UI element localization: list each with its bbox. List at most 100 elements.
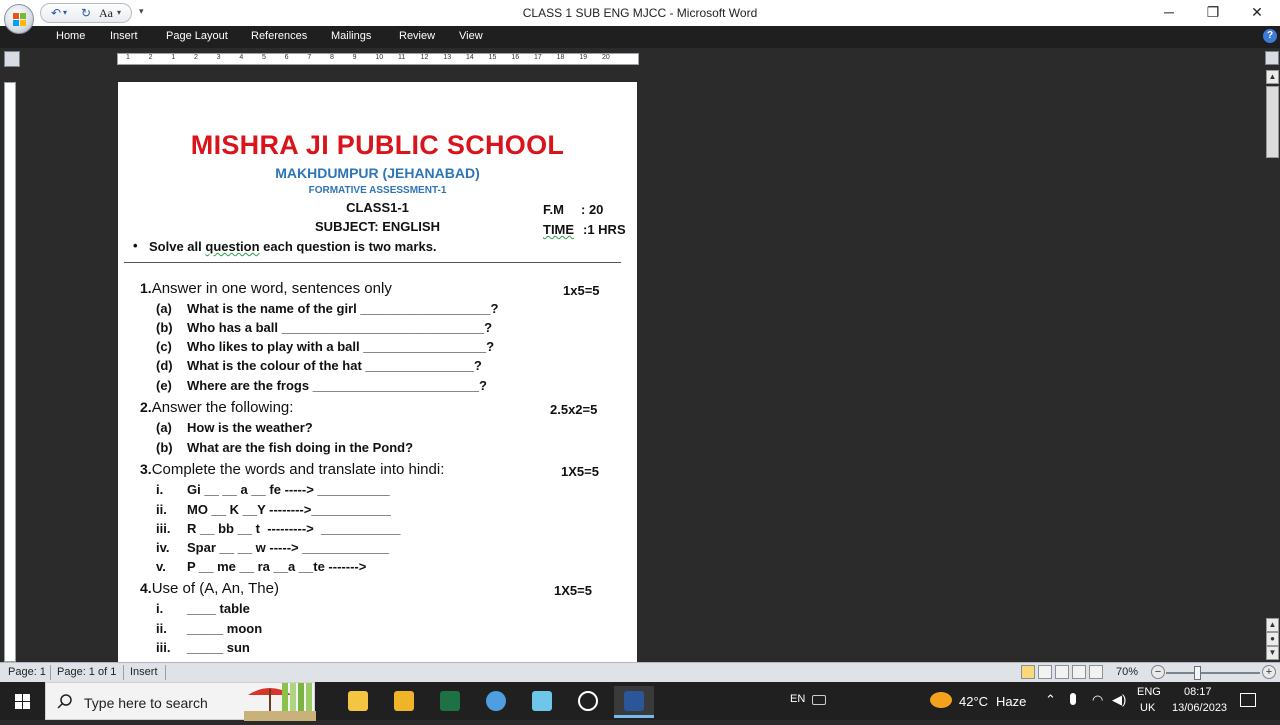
ruler-number: 13	[443, 54, 452, 61]
language-bottom[interactable]: UK	[1140, 702, 1155, 714]
q2-item-text: What are the fish doing in the Pond?	[187, 440, 414, 455]
question-3-marks: 1X5=5	[561, 464, 599, 479]
tab-mailings[interactable]: Mailings	[331, 30, 371, 42]
zoom-slider-thumb[interactable]	[1194, 666, 1201, 680]
q1-item-text: What is the name of the girl ___________…	[187, 301, 499, 316]
start-button[interactable]	[0, 682, 45, 720]
insert-mode[interactable]: Insert	[130, 666, 158, 678]
wifi-icon[interactable]: ◠	[1092, 692, 1103, 708]
time-label: TIME	[543, 222, 575, 237]
zoom-slider[interactable]	[1166, 672, 1260, 674]
next-page-icon[interactable]: ▼	[1266, 646, 1279, 660]
question-3-heading: 3.Complete the words and translate into …	[140, 461, 445, 478]
undo-dropdown-icon[interactable]: ▾	[63, 5, 67, 21]
zoom-in-icon[interactable]: +	[1262, 665, 1276, 679]
taskbar-word[interactable]	[614, 686, 654, 718]
redo-button[interactable]: ↻	[81, 5, 91, 21]
full-screen-reading-icon[interactable]	[1038, 665, 1052, 679]
q4-item-text: ____ table	[187, 601, 250, 616]
ruler-number: 15	[488, 54, 497, 61]
question-4-marks: 1X5=5	[554, 583, 592, 598]
window-title: CLASS 1 SUB ENG MJCC - Microsoft Word	[522, 6, 758, 20]
tab-view[interactable]: View	[459, 30, 483, 42]
title-bar: ↶ ▾ ↻ Aa ▾ ▾ CLASS 1 SUB ENG MJCC - Micr…	[0, 0, 1280, 26]
q4-item-label: ii.	[156, 621, 167, 636]
search-highlight-image	[244, 683, 316, 721]
tab-references[interactable]: References	[251, 30, 307, 42]
ruler-marks: 1 2 1 2 3 4 5 6 7 8 9 10 11 12 13 14 15 16 17 18 19 20	[118, 54, 638, 64]
ruler-number: 18	[556, 54, 565, 61]
weather-temp[interactable]: 42°C	[959, 694, 988, 709]
taskbar-store[interactable]	[338, 686, 378, 718]
status-bar: Page: 1 Page: 1 of 1 Insert 70% − +	[0, 662, 1280, 682]
browse-object-icon[interactable]: ●	[1266, 632, 1279, 646]
ruler-area: 1 2 1 2 3 4 5 6 7 8 9 10 11 12 13 14 15 16 17 18 19 20	[0, 48, 1280, 70]
vertical-scrollbar[interactable]: ▲ ▲ ● ▼	[1265, 70, 1280, 662]
help-icon[interactable]: ?	[1263, 29, 1277, 43]
microphone-icon[interactable]	[1070, 693, 1076, 705]
weather-icon[interactable]	[930, 692, 952, 708]
taskbar-file-explorer[interactable]	[384, 686, 424, 718]
vertical-ruler[interactable]	[4, 82, 16, 662]
customize-qat-button[interactable]: ▾	[139, 6, 144, 17]
weather-desc[interactable]: Haze	[996, 694, 1026, 709]
language-top[interactable]: ENG	[1137, 686, 1161, 698]
document-page[interactable]: MISHRA JI PUBLIC SCHOOL MAKHDUMPUR (JEHA…	[118, 82, 637, 662]
taskbar-app[interactable]	[522, 686, 562, 718]
status-divider	[123, 665, 124, 680]
prev-page-icon[interactable]: ▲	[1266, 618, 1279, 632]
q1-item-text: What is the colour of the hat __________…	[187, 358, 482, 373]
minimize-button[interactable]: ─	[1147, 0, 1191, 24]
font-size-button[interactable]: Aa	[99, 5, 113, 21]
tab-insert[interactable]: Insert	[110, 30, 138, 42]
office-button[interactable]	[4, 4, 34, 34]
question-2-marks: 2.5x2=5	[550, 402, 598, 417]
taskbar: Type here to search EN 42°C Haze ⌃ ◠ ◀) …	[0, 682, 1280, 721]
ruler-toggle-button[interactable]	[4, 51, 20, 67]
page-count[interactable]: Page: 1 of 1	[57, 666, 116, 678]
q3-item-label: i.	[156, 482, 164, 497]
quick-access-toolbar: ↶ ▾ ↻ Aa ▾	[40, 3, 132, 23]
clock-date[interactable]: 13/06/2023	[1172, 702, 1227, 714]
tab-review[interactable]: Review	[399, 30, 435, 42]
print-layout-icon[interactable]	[1021, 665, 1035, 679]
ruler-number: 16	[511, 54, 520, 61]
ruler-number: 2	[148, 54, 153, 61]
ruler-number: 8	[330, 54, 334, 61]
input-language[interactable]: EN	[790, 693, 805, 705]
undo-button[interactable]: ↶	[51, 5, 61, 21]
notifications-icon[interactable]	[1240, 693, 1256, 707]
close-button[interactable]: ✕	[1235, 0, 1279, 24]
zoom-level[interactable]: 70%	[1116, 666, 1138, 678]
view-ruler-button[interactable]	[1265, 51, 1279, 65]
web-layout-icon[interactable]	[1055, 665, 1069, 679]
tab-home[interactable]: Home	[56, 30, 85, 42]
horizontal-ruler[interactable]: 1 2 1 2 3 4 5 6 7 8 9 10 11 12 13 14 15 16 17 18 19 20	[117, 53, 639, 65]
taskbar-chrome[interactable]	[568, 686, 608, 718]
zoom-out-icon[interactable]: −	[1151, 665, 1165, 679]
tab-page-layout[interactable]: Page Layout	[166, 30, 228, 42]
ruler-number: 7	[307, 54, 312, 61]
taskbar-excel[interactable]	[430, 686, 470, 718]
q3-item-text: P __ me __ ra __a __te ------->	[187, 559, 367, 574]
font-dropdown-icon[interactable]: ▾	[117, 5, 121, 21]
keyboard-icon[interactable]	[812, 695, 826, 705]
search-box[interactable]: Type here to search	[45, 682, 316, 721]
page-number[interactable]: Page: 1	[8, 666, 46, 678]
scrollbar-thumb[interactable]	[1266, 86, 1279, 158]
office-logo-icon	[13, 13, 26, 26]
draft-icon[interactable]	[1089, 665, 1103, 679]
ruler-number: 4	[239, 54, 244, 61]
scroll-up-icon[interactable]: ▲	[1266, 70, 1279, 84]
outline-icon[interactable]	[1072, 665, 1086, 679]
restore-button[interactable]: ❐	[1191, 0, 1235, 24]
show-hidden-icons-icon[interactable]: ⌃	[1045, 692, 1056, 708]
volume-icon[interactable]: ◀)	[1112, 692, 1126, 708]
taskbar-app[interactable]	[476, 686, 516, 718]
ruler-number: 9	[352, 54, 357, 61]
clock-time[interactable]: 08:17	[1184, 686, 1212, 698]
ruler-number: 3	[216, 54, 221, 61]
status-divider	[165, 665, 166, 680]
assessment-title: FORMATIVE ASSESSMENT-1	[308, 185, 447, 196]
school-name: MISHRA JI PUBLIC SCHOOL	[190, 130, 565, 160]
